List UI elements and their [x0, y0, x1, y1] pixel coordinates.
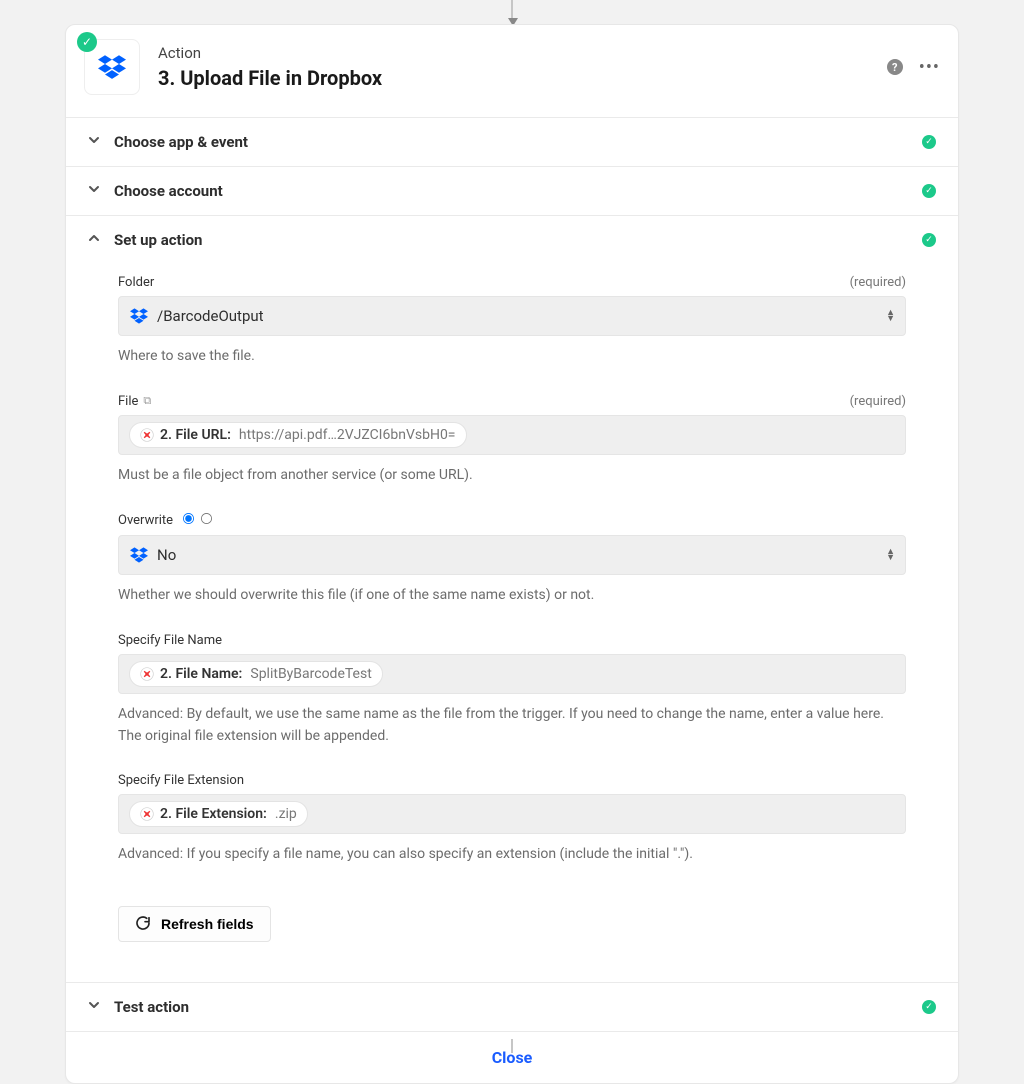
file-name-input[interactable]: 2. File Name: SplitByBarcodeTest: [118, 654, 906, 694]
helper-text: Advanced: By default, we use the same na…: [118, 704, 906, 747]
folder-value: /BarcodeOutput: [157, 307, 264, 325]
overwrite-value: No: [157, 546, 176, 564]
connector-line-bottom: [511, 1039, 513, 1053]
dynamic-tag-file-name[interactable]: 2. File Name: SplitByBarcodeTest: [129, 661, 383, 687]
header-super: Action: [158, 44, 382, 62]
copy-icon[interactable]: ⧉: [143, 394, 151, 408]
file-extension-input[interactable]: 2. File Extension: .zip: [118, 794, 906, 834]
tag-value: SplitByBarcodeTest: [250, 666, 371, 682]
select-caret-icon: ▲▼: [886, 310, 895, 322]
folder-select[interactable]: /BarcodeOutput ▲▼: [118, 296, 906, 336]
tag-value: .zip: [275, 806, 297, 822]
chevron-down-icon: [88, 999, 104, 1015]
section-setup-header[interactable]: Set up action ✓: [66, 216, 958, 269]
field-label: Overwrite: [118, 513, 173, 528]
action-step-card: ✓ Action 3. Upload File in Dropbox ? •••: [65, 24, 959, 1084]
helper-text: Advanced: If you specify a file name, yo…: [118, 844, 906, 866]
helper-text: Whether we should overwrite this file (i…: [118, 585, 906, 607]
card-header: ✓ Action 3. Upload File in Dropbox ? •••: [66, 25, 958, 117]
pdfco-icon: [140, 807, 154, 821]
field-file: File ⧉ (required) 2. File URL: https://a…: [66, 388, 958, 487]
section-label: Choose app & event: [114, 133, 248, 151]
section-test-action[interactable]: Test action ✓: [66, 982, 958, 1031]
chevron-down-icon: [88, 183, 104, 199]
check-badge-icon: ✓: [77, 32, 97, 52]
field-label: File: [118, 394, 138, 409]
section-choose-account[interactable]: Choose account ✓: [66, 166, 958, 215]
card-header-text: Action 3. Upload File in Dropbox: [158, 44, 382, 90]
status-complete-icon: ✓: [922, 135, 936, 149]
refresh-label: Refresh fields: [161, 916, 254, 932]
dynamic-tag-file-extension[interactable]: 2. File Extension: .zip: [129, 801, 308, 827]
help-icon[interactable]: ?: [887, 59, 903, 75]
field-overwrite: Overwrite No ▲▼ Whether we should overwr…: [66, 506, 958, 607]
overwrite-select[interactable]: No ▲▼: [118, 535, 906, 575]
dynamic-tag-file-url[interactable]: 2. File URL: https://api.pdf…2VJZCI6bnVs…: [129, 422, 467, 448]
section-label: Test action: [114, 998, 189, 1016]
overwrite-radio-off[interactable]: [201, 513, 212, 524]
refresh-icon: [135, 915, 151, 934]
app-icon-dropbox: ✓: [84, 39, 140, 95]
section-label: Set up action: [114, 231, 202, 249]
field-file-name: Specify File Name 2. File Name: SplitByB…: [66, 627, 958, 747]
more-menu-icon[interactable]: •••: [919, 57, 940, 78]
overwrite-radio-group[interactable]: [181, 512, 214, 529]
field-label: Specify File Extension: [118, 773, 244, 788]
status-complete-icon: ✓: [922, 233, 936, 247]
tag-label: 2. File URL:: [160, 427, 231, 443]
field-label: Folder: [118, 275, 154, 290]
connector-line-top: [511, 0, 513, 22]
tag-value: https://api.pdf…2VJZCI6bnVsbH0=: [239, 427, 456, 443]
field-label: Specify File Name: [118, 633, 222, 648]
file-input[interactable]: 2. File URL: https://api.pdf…2VJZCI6bnVs…: [118, 415, 906, 455]
dropbox-icon: [98, 55, 126, 79]
refresh-fields-button[interactable]: Refresh fields: [118, 906, 271, 942]
status-complete-icon: ✓: [922, 1000, 936, 1014]
tag-label: 2. File Extension:: [160, 806, 267, 822]
dropbox-icon: [129, 306, 149, 326]
tag-label: 2. File Name:: [160, 666, 242, 682]
chevron-up-icon: [88, 232, 104, 248]
select-caret-icon: ▲▼: [886, 549, 895, 561]
field-file-extension: Specify File Extension 2. File Extension…: [66, 767, 958, 866]
required-tag: (required): [850, 394, 906, 409]
section-choose-app[interactable]: Choose app & event ✓: [66, 117, 958, 166]
chevron-down-icon: [88, 134, 104, 150]
helper-text: Where to save the file.: [118, 346, 906, 368]
status-complete-icon: ✓: [922, 184, 936, 198]
overwrite-radio-on[interactable]: [183, 513, 194, 524]
dropbox-icon: [129, 545, 149, 565]
section-setup-action: Set up action ✓ Folder (required) /Barco…: [66, 215, 958, 982]
helper-text: Must be a file object from another servi…: [118, 465, 906, 487]
required-tag: (required): [850, 275, 906, 290]
pdfco-icon: [140, 428, 154, 442]
section-label: Choose account: [114, 182, 223, 200]
field-folder: Folder (required) /BarcodeOutput ▲▼ Wher…: [66, 269, 958, 368]
pdfco-icon: [140, 667, 154, 681]
header-title: 3. Upload File in Dropbox: [158, 66, 382, 90]
